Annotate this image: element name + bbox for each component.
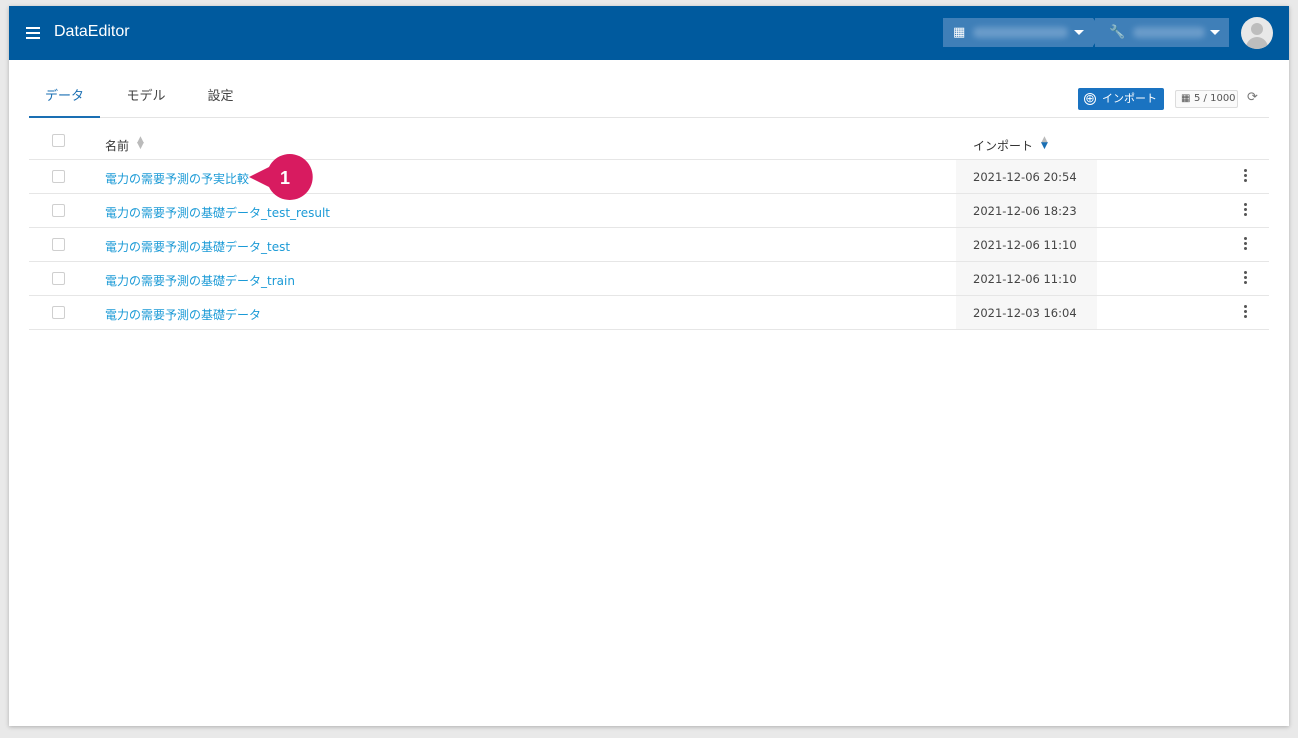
project-name-redacted — [1133, 27, 1205, 38]
import-date-cell: 2021-12-06 18:23 — [956, 194, 1097, 227]
building-icon: ▦ — [953, 25, 966, 40]
app-bar: DataEditor ▦ 🔧 — [9, 6, 1289, 60]
step-number: 1 — [280, 168, 291, 188]
user-avatar[interactable] — [1241, 17, 1273, 49]
row-checkbox[interactable] — [52, 238, 65, 251]
table-row[interactable]: 電力の需要予測の予実比較 2021-12-06 20:54 — [29, 160, 1269, 194]
more-vert-icon[interactable] — [1239, 237, 1251, 253]
chevron-down-icon — [1210, 30, 1220, 35]
organization-name-redacted — [973, 27, 1068, 38]
hamburger-menu-icon[interactable] — [26, 27, 40, 39]
dataset-count: 5 / 1000 — [1194, 93, 1236, 104]
more-vert-icon[interactable] — [1239, 169, 1251, 185]
import-date-cell: 2021-12-06 11:10 — [956, 262, 1097, 295]
sort-descending-icon[interactable]: ▲ ▼ — [1041, 136, 1048, 151]
data-table: 名前 ▲ ▼ インポート ▲ ▼ 電力の需要予測の予実比較 2021-12-06 2… — [29, 127, 1269, 330]
dataset-count-badge: ▦ 5 / 1000 — [1175, 90, 1238, 108]
table-row[interactable]: 電力の需要予測の基礎データ_test_result 2021-12-06 18:… — [29, 194, 1269, 228]
import-button-label: インポート — [1102, 92, 1157, 105]
import-date-cell: 2021-12-06 11:10 — [956, 228, 1097, 261]
tab-model[interactable]: モデル — [111, 78, 181, 118]
import-date: 2021-12-06 11:10 — [973, 272, 1077, 286]
row-checkbox[interactable] — [52, 272, 65, 285]
dataset-link[interactable]: 電力の需要予測の予実比較 — [105, 170, 249, 187]
tab-settings[interactable]: 設定 — [193, 78, 248, 118]
dataset-link[interactable]: 電力の需要予測の基礎データ_test_result — [105, 204, 330, 221]
more-vert-icon[interactable] — [1239, 305, 1251, 321]
import-date: 2021-12-03 16:04 — [973, 306, 1077, 320]
refresh-icon[interactable]: ⟳ — [1247, 90, 1258, 105]
project-selector[interactable]: 🔧 — [1095, 18, 1229, 47]
import-date: 2021-12-06 11:10 — [973, 238, 1077, 252]
more-vert-icon[interactable] — [1239, 203, 1251, 219]
import-date: 2021-12-06 18:23 — [973, 204, 1077, 218]
table-row[interactable]: 電力の需要予測の基礎データ_test 2021-12-06 11:10 — [29, 228, 1269, 262]
app-title: DataEditor — [54, 23, 130, 40]
app-window: DataEditor ▦ 🔧 データ モデル 設定 ⊕ インポート ▦ 5 / … — [9, 6, 1289, 726]
more-vert-icon[interactable] — [1239, 271, 1251, 287]
column-header-import[interactable]: インポート — [973, 137, 1033, 154]
table-row[interactable]: 電力の需要予測の基礎データ_train 2021-12-06 11:10 — [29, 262, 1269, 296]
select-all-checkbox[interactable] — [52, 134, 65, 147]
table-icon: ▦ — [1181, 93, 1191, 104]
chevron-down-icon — [1074, 30, 1084, 35]
import-date-cell: 2021-12-06 20:54 — [956, 160, 1097, 193]
dataset-link[interactable]: 電力の需要予測の基礎データ_test — [105, 238, 290, 255]
dataset-link[interactable]: 電力の需要予測の基礎データ_train — [105, 272, 295, 289]
wrench-icon: 🔧 — [1109, 25, 1126, 40]
row-checkbox[interactable] — [52, 204, 65, 217]
sort-icon[interactable]: ▲ ▼ — [137, 136, 144, 151]
row-checkbox[interactable] — [52, 306, 65, 319]
table-row[interactable]: 電力の需要予測の基礎データ 2021-12-03 16:04 — [29, 296, 1269, 330]
add-circle-icon: ⊕ — [1084, 92, 1096, 105]
import-date: 2021-12-06 20:54 — [973, 170, 1077, 184]
column-header-name[interactable]: 名前 — [105, 137, 129, 154]
import-date-cell: 2021-12-03 16:04 — [956, 296, 1097, 329]
row-checkbox[interactable] — [52, 170, 65, 183]
import-button[interactable]: ⊕ インポート — [1078, 88, 1164, 110]
dataset-link[interactable]: 電力の需要予測の基礎データ — [105, 306, 261, 323]
table-header: 名前 ▲ ▼ インポート ▲ ▼ — [29, 127, 1269, 160]
organization-selector[interactable]: ▦ — [943, 18, 1103, 47]
tab-data[interactable]: データ — [29, 78, 100, 118]
